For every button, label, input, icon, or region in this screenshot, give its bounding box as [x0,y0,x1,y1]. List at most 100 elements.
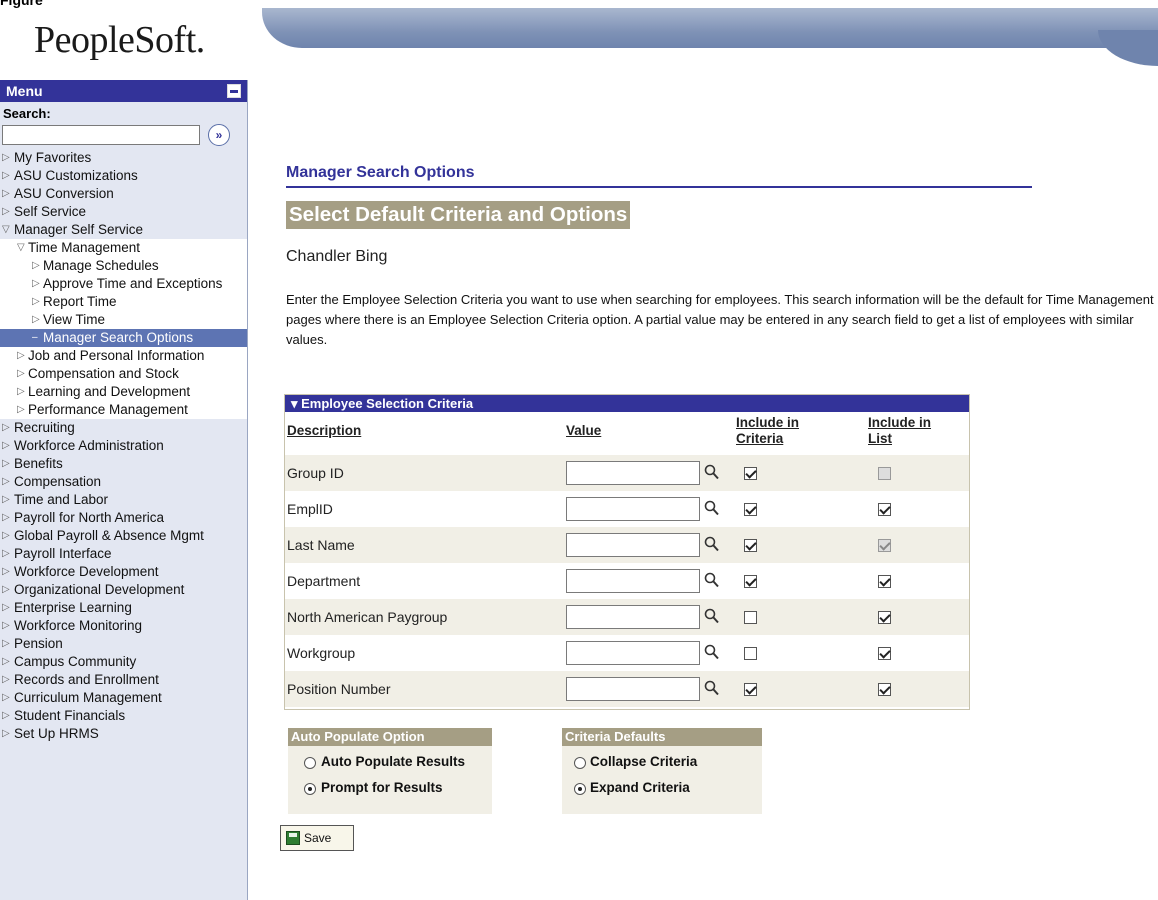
sidebar-item-enterprise-learning[interactable]: ▷ Enterprise Learning [0,599,247,617]
row-value-input[interactable] [566,461,700,485]
sidebar-item-records-and-enrollment[interactable]: ▷ Records and Enrollment [0,671,247,689]
grid-title: Employee Selection Criteria [301,396,474,411]
chevron-right-icon: ▷ [17,386,25,397]
sidebar-item-time-and-labor[interactable]: ▷ Time and Labor [0,491,247,509]
magnifier-icon[interactable] [704,607,720,625]
sidebar-item-global-payroll-absence-mgmt[interactable]: ▷ Global Payroll & Absence Mgmt [0,527,247,545]
sidebar-item-asu-conversion[interactable]: ▷ ASU Conversion [0,185,247,203]
magnifier-icon[interactable] [704,463,720,481]
row-value-input[interactable] [566,605,700,629]
table-row: Workgroup [285,635,969,671]
row-value-input[interactable] [566,569,700,593]
sidebar-item-report-time[interactable]: ▷ Report Time [0,293,247,311]
row-value-input[interactable] [566,497,700,521]
collapse-icon[interactable] [227,84,241,98]
menu-header: Menu [0,80,247,102]
magnifier-icon[interactable] [704,535,720,553]
person-name: Chandler Bing [286,248,388,265]
sidebar-item-view-time[interactable]: ▷ View Time [0,311,247,329]
expand-criteria-label[interactable]: Expand Criteria [590,780,690,795]
chevron-right-icon: ▷ [2,152,10,163]
sidebar-item-label: My Favorites [14,150,92,165]
include-in-criteria-checkbox[interactable] [744,575,757,588]
sidebar-item-label: Manager Self Service [14,222,144,237]
table-row: North American Paygroup [285,599,969,635]
include-in-criteria-checkbox[interactable] [744,467,757,480]
sidebar-item-workforce-monitoring[interactable]: ▷ Workforce Monitoring [0,617,247,635]
sidebar-item-asu-customizations[interactable]: ▷ ASU Customizations [0,167,247,185]
page-title: Select Default Criteria and Options [286,201,631,229]
magnifier-icon[interactable] [704,643,720,661]
col-include-list: Include in List [868,415,932,446]
include-in-list-checkbox[interactable] [878,647,891,660]
include-in-list-checkbox[interactable] [878,683,891,696]
prompt-for-results-label[interactable]: Prompt for Results [321,780,443,795]
table-row: Department [285,563,969,599]
sidebar-item-my-favorites[interactable]: ▷ My Favorites [0,149,247,167]
include-in-criteria-checkbox[interactable] [744,539,757,552]
grid-header[interactable]: ▾ Employee Selection Criteria [285,395,969,412]
magnifier-icon[interactable] [704,571,720,589]
include-in-criteria-checkbox[interactable] [744,647,757,660]
sidebar-item-time-management[interactable]: ▽ Time Management [0,239,247,257]
sidebar-item-organizational-development[interactable]: ▷ Organizational Development [0,581,247,599]
sidebar-item-campus-community[interactable]: ▷ Campus Community [0,653,247,671]
collapse-criteria-radio[interactable] [574,757,586,769]
chevron-right-icon: ▷ [32,296,40,307]
collapse-criteria-label[interactable]: Collapse Criteria [590,754,697,769]
include-in-criteria-checkbox[interactable] [744,611,757,624]
sidebar-item-benefits[interactable]: ▷ Benefits [0,455,247,473]
include-in-criteria-checkbox[interactable] [744,503,757,516]
include-in-list-checkbox[interactable] [878,503,891,516]
sidebar-item-label: Enterprise Learning [14,600,132,615]
figure-caption: Figure [0,0,43,8]
auto-populate-results-radio[interactable] [304,757,316,769]
include-in-list-checkbox[interactable] [878,575,891,588]
include-in-criteria-checkbox[interactable] [744,683,757,696]
sidebar-item-manager-search-options[interactable]: – Manager Search Options [0,329,247,347]
sidebar-item-compensation[interactable]: ▷ Compensation [0,473,247,491]
menu-title: Menu [6,83,43,99]
include-in-list-checkbox [878,467,891,480]
criteria-defaults-group: Criteria Defaults Collapse Criteria Expa… [562,728,762,814]
sidebar-item-manager-self-service[interactable]: ▽ Manager Self Service [0,221,247,239]
magnifier-icon[interactable] [704,499,720,517]
menu-search-input[interactable] [2,125,200,145]
prompt-for-results-radio[interactable] [304,783,316,795]
floppy-disk-icon [286,831,300,845]
row-description: Position Number [287,681,391,697]
sidebar-item-payroll-for-north-america[interactable]: ▷ Payroll for North America [0,509,247,527]
chevron-down-icon: ▽ [2,224,10,235]
sidebar-item-compensation-and-stock[interactable]: ▷ Compensation and Stock [0,365,247,383]
sidebar-item-approve-time-and-exceptions[interactable]: ▷ Approve Time and Exceptions [0,275,247,293]
row-value-input[interactable] [566,533,700,557]
sidebar-item-self-service[interactable]: ▷ Self Service [0,203,247,221]
sidebar-item-set-up-hrms[interactable]: ▷ Set Up HRMS [0,725,247,743]
sidebar-item-workforce-development[interactable]: ▷ Workforce Development [0,563,247,581]
sidebar-item-label: Recruiting [14,420,75,435]
sidebar-item-manage-schedules[interactable]: ▷ Manage Schedules [0,257,247,275]
sidebar-item-job-and-personal-information[interactable]: ▷ Job and Personal Information [0,347,247,365]
sidebar-item-student-financials[interactable]: ▷ Student Financials [0,707,247,725]
sidebar-item-recruiting[interactable]: ▷ Recruiting [0,419,247,437]
magnifier-icon[interactable] [704,679,720,697]
col-description: Description [287,423,362,438]
auto-populate-results-label[interactable]: Auto Populate Results [321,754,465,769]
sidebar-item-workforce-administration[interactable]: ▷ Workforce Administration [0,437,247,455]
row-value-input[interactable] [566,677,700,701]
sidebar-item-payroll-interface[interactable]: ▷ Payroll Interface [0,545,247,563]
search-go-icon[interactable]: » [208,124,230,146]
sidebar-item-performance-management[interactable]: ▷ Performance Management [0,401,247,419]
sidebar-item-learning-and-development[interactable]: ▷ Learning and Development [0,383,247,401]
col-value: Value [566,423,602,438]
sidebar-item-curriculum-management[interactable]: ▷ Curriculum Management [0,689,247,707]
sidebar-item-pension[interactable]: ▷ Pension [0,635,247,653]
row-value-input[interactable] [566,641,700,665]
chevron-right-icon: ▷ [2,476,10,487]
save-button[interactable]: Save [280,825,354,851]
auto-populate-group: Auto Populate Option Auto Populate Resul… [288,728,492,814]
include-in-list-checkbox[interactable] [878,611,891,624]
chevron-right-icon: ▷ [2,530,10,541]
expand-criteria-radio[interactable] [574,783,586,795]
sidebar-item-label: Set Up HRMS [14,726,99,741]
